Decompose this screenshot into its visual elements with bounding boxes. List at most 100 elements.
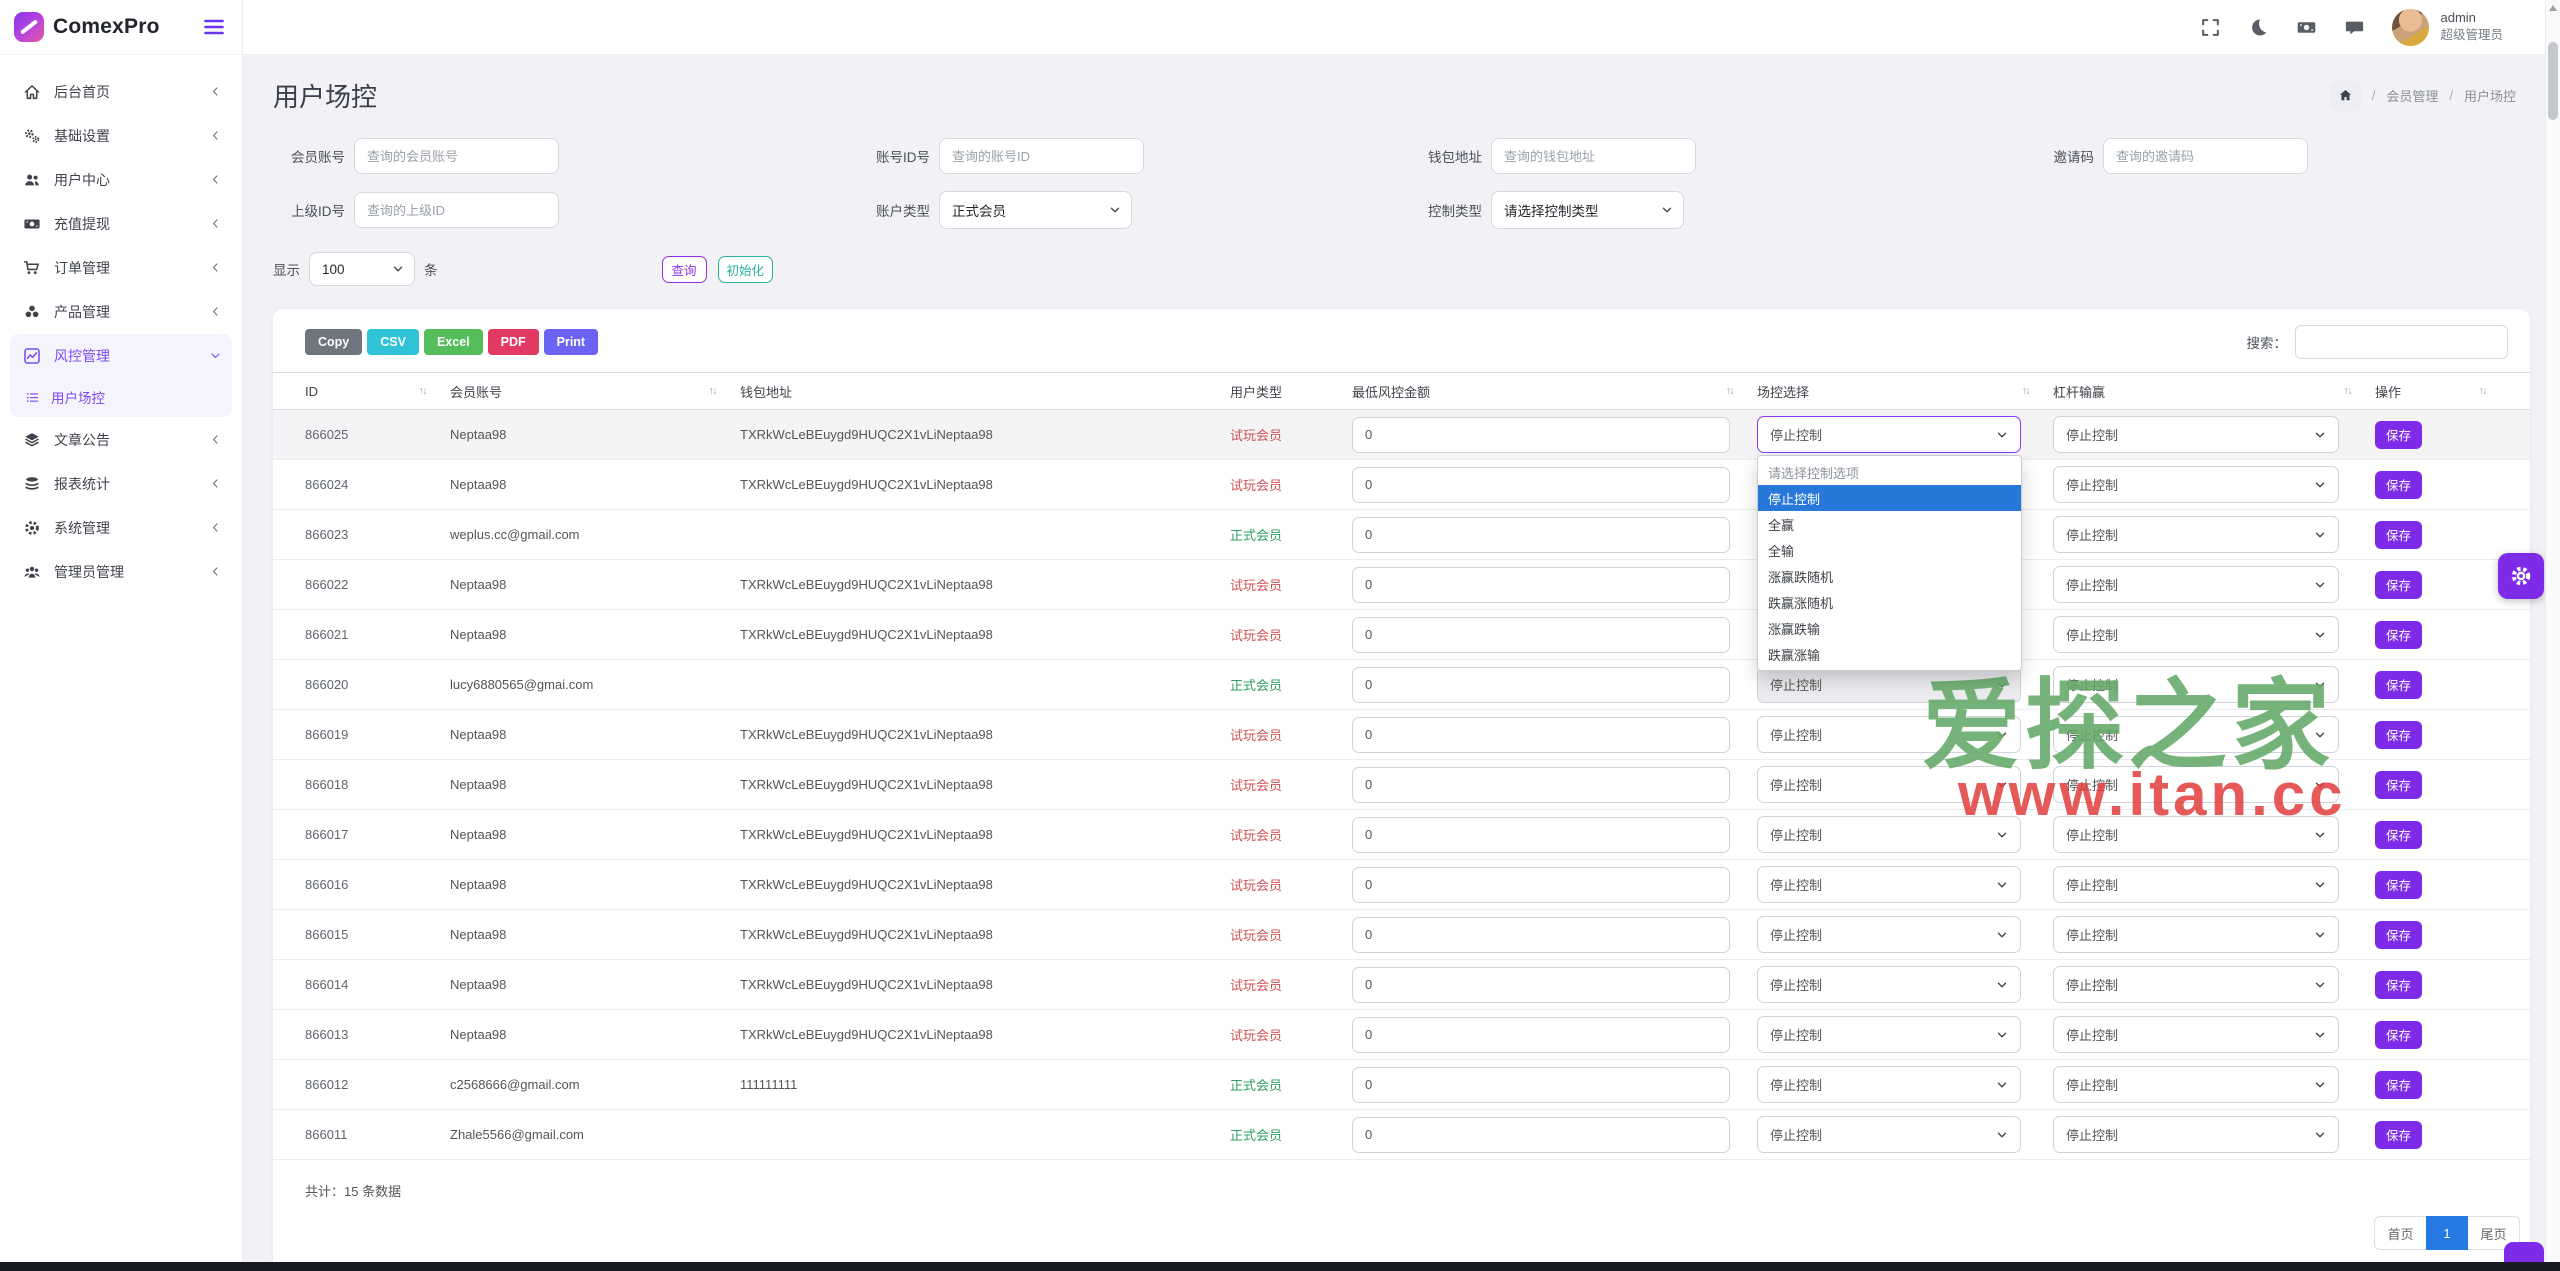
min-amount-input[interactable] <box>1352 1117 1730 1153</box>
lever-control-select[interactable]: 停止控制 <box>2053 516 2339 553</box>
filter-select-6[interactable]: 请选择控制类型 <box>1491 191 1684 229</box>
dropdown-option-6[interactable]: 涨赢跌输 <box>1758 615 2021 641</box>
dark-mode-moon-icon[interactable] <box>2248 17 2269 38</box>
field-control-select[interactable]: 停止控制 <box>1757 966 2021 1003</box>
sort-icon[interactable]: ↑↓ <box>2344 385 2352 397</box>
cash-icon[interactable] <box>2296 17 2317 38</box>
save-button[interactable]: 保存 <box>2375 771 2422 799</box>
column-header-4[interactable]: 最低风控金额 ↑↓ <box>1352 382 1757 401</box>
save-button[interactable]: 保存 <box>2375 1121 2422 1149</box>
sidebar-item-7[interactable]: 文章公告 <box>10 418 232 461</box>
sidebar-item-1[interactable]: 基础设置 <box>10 114 232 157</box>
dropdown-option-1[interactable]: 停止控制 <box>1758 485 2021 511</box>
save-button[interactable]: 保存 <box>2375 821 2422 849</box>
export-excel-button[interactable]: Excel <box>424 329 483 355</box>
field-control-select[interactable]: 停止控制 <box>1757 866 2021 903</box>
lever-control-select[interactable]: 停止控制 <box>2053 666 2339 703</box>
lever-control-select[interactable]: 停止控制 <box>2053 816 2339 853</box>
sidebar-item-8[interactable]: 报表统计 <box>10 462 232 505</box>
pagination-first-button[interactable]: 首页 <box>2374 1216 2426 1250</box>
filter-input-1[interactable] <box>939 138 1144 174</box>
sort-icon[interactable]: ↑↓ <box>709 385 717 397</box>
save-button[interactable]: 保存 <box>2375 571 2422 599</box>
lever-control-select[interactable]: 停止控制 <box>2053 966 2339 1003</box>
dropdown-option-2[interactable]: 全赢 <box>1758 511 2021 537</box>
floating-settings-button[interactable] <box>2498 553 2544 599</box>
sidebar-item-2[interactable]: 用户中心 <box>10 158 232 201</box>
filter-select-5[interactable]: 正式会员 <box>939 191 1132 229</box>
sort-icon[interactable]: ↑↓ <box>1726 385 1734 397</box>
dropdown-option-7[interactable]: 跌赢涨输 <box>1758 641 2021 667</box>
breadcrumb-item-1[interactable]: 用户场控 <box>2464 86 2516 105</box>
dropdown-option-5[interactable]: 跌赢涨随机 <box>1758 589 2021 615</box>
save-button[interactable]: 保存 <box>2375 471 2422 499</box>
lever-control-select[interactable]: 停止控制 <box>2053 416 2339 453</box>
reset-button[interactable]: 初始化 <box>718 256 774 283</box>
filter-input-4[interactable] <box>354 192 559 228</box>
page-scrollbar[interactable] <box>2545 0 2560 1262</box>
min-amount-input[interactable] <box>1352 917 1730 953</box>
fullscreen-icon[interactable] <box>2200 17 2221 38</box>
column-header-2[interactable]: 钱包地址 <box>740 382 1230 401</box>
field-control-select[interactable]: 停止控制 <box>1757 816 2021 853</box>
min-amount-input[interactable] <box>1352 667 1730 703</box>
field-control-select[interactable]: 停止控制 <box>1757 666 2021 703</box>
query-button[interactable]: 查询 <box>662 256 707 283</box>
lever-control-select[interactable]: 停止控制 <box>2053 1066 2339 1103</box>
min-amount-input[interactable] <box>1352 1017 1730 1053</box>
sidebar-item-5[interactable]: 产品管理 <box>10 290 232 333</box>
min-amount-input[interactable] <box>1352 767 1730 803</box>
column-header-5[interactable]: 场控选择 ↑↓ <box>1757 382 2053 401</box>
admin-profile[interactable]: admin 超级管理员 <box>2392 9 2503 46</box>
min-amount-input[interactable] <box>1352 467 1730 503</box>
sort-icon[interactable]: ↑↓ <box>419 385 427 397</box>
lever-control-select[interactable]: 停止控制 <box>2053 716 2339 753</box>
save-button[interactable]: 保存 <box>2375 621 2422 649</box>
sidebar-subitem-6-0[interactable]: 用户场控 <box>10 377 232 417</box>
sort-icon[interactable]: ↑↓ <box>2022 385 2030 397</box>
min-amount-input[interactable] <box>1352 517 1730 553</box>
column-header-6[interactable]: 杠杆输赢 ↑↓ <box>2053 382 2375 401</box>
save-button[interactable]: 保存 <box>2375 871 2422 899</box>
save-button[interactable]: 保存 <box>2375 521 2422 549</box>
field-control-select[interactable]: 停止控制 <box>1757 716 2021 753</box>
min-amount-input[interactable] <box>1352 567 1730 603</box>
min-amount-input[interactable] <box>1352 967 1730 1003</box>
scrollbar-thumb[interactable] <box>2548 42 2558 120</box>
sidebar-item-3[interactable]: 充值提现 <box>10 202 232 245</box>
export-csv-button[interactable]: CSV <box>367 329 419 355</box>
lever-control-select[interactable]: 停止控制 <box>2053 866 2339 903</box>
min-amount-input[interactable] <box>1352 817 1730 853</box>
save-button[interactable]: 保存 <box>2375 921 2422 949</box>
column-header-7[interactable]: 操作 ↑↓ <box>2375 382 2510 401</box>
sidebar-item-9[interactable]: 系统管理 <box>10 506 232 549</box>
lever-control-select[interactable]: 停止控制 <box>2053 916 2339 953</box>
lever-control-select[interactable]: 停止控制 <box>2053 1116 2339 1153</box>
scrollbar-up-arrow[interactable] <box>2549 5 2557 11</box>
sidebar-item-6[interactable]: 风控管理 <box>10 334 232 377</box>
lever-control-select[interactable]: 停止控制 <box>2053 1016 2339 1053</box>
field-control-select[interactable]: 停止控制 <box>1757 1016 2021 1053</box>
min-amount-input[interactable] <box>1352 417 1730 453</box>
field-control-select[interactable]: 停止控制请选择控制选项停止控制全赢全输涨赢跌随机跌赢涨随机涨赢跌输跌赢涨输 <box>1757 416 2021 453</box>
filter-input-0[interactable] <box>354 138 559 174</box>
sort-icon[interactable]: ↑↓ <box>2479 385 2487 397</box>
dropdown-option-4[interactable]: 涨赢跌随机 <box>1758 563 2021 589</box>
floating-corner-button[interactable] <box>2504 1242 2544 1262</box>
save-button[interactable]: 保存 <box>2375 1021 2422 1049</box>
lever-control-select[interactable]: 停止控制 <box>2053 616 2339 653</box>
lever-control-select[interactable]: 停止控制 <box>2053 466 2339 503</box>
export-pdf-button[interactable]: PDF <box>488 329 539 355</box>
lever-control-select[interactable]: 停止控制 <box>2053 566 2339 603</box>
field-control-select[interactable]: 停止控制 <box>1757 916 2021 953</box>
field-control-select[interactable]: 停止控制 <box>1757 1116 2021 1153</box>
min-amount-input[interactable] <box>1352 1067 1730 1103</box>
search-input[interactable] <box>2295 325 2508 359</box>
pagination-page-1[interactable]: 1 <box>2426 1216 2468 1250</box>
column-header-3[interactable]: 用户类型 <box>1230 382 1352 401</box>
save-button[interactable]: 保存 <box>2375 721 2422 749</box>
column-header-1[interactable]: 会员账号 ↑↓ <box>450 382 740 401</box>
sidebar-item-4[interactable]: 订单管理 <box>10 246 232 289</box>
sidebar-item-10[interactable]: 管理员管理 <box>10 550 232 593</box>
field-control-select[interactable]: 停止控制 <box>1757 766 2021 803</box>
